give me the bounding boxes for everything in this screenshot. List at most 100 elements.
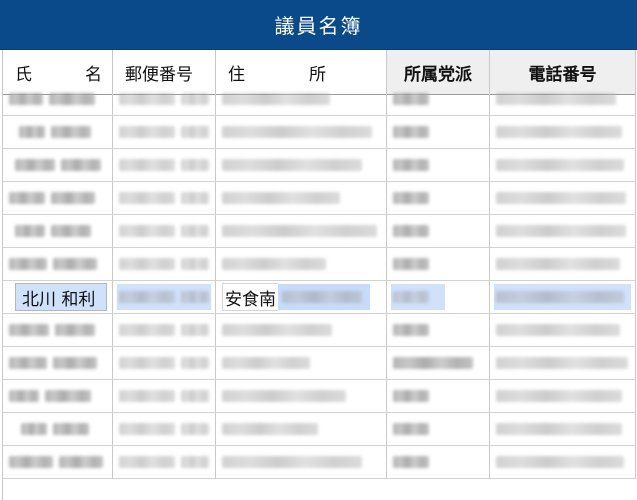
- table-cell-name[interactable]: [3, 347, 113, 380]
- table-cell-phone-selected[interactable]: [490, 281, 636, 314]
- table-cell-address-selected[interactable]: 安食南: [216, 281, 387, 314]
- table-cell-party[interactable]: [387, 83, 490, 116]
- table-cell-postal[interactable]: [113, 83, 216, 116]
- table-cell-phone[interactable]: [490, 347, 636, 380]
- table-cell-name[interactable]: [3, 149, 113, 182]
- redacted-text: [393, 456, 429, 468]
- table-cell-party[interactable]: [387, 149, 490, 182]
- table-cell-phone[interactable]: [490, 248, 636, 281]
- redacted-text: [496, 291, 624, 303]
- table-cell-name[interactable]: [3, 413, 113, 446]
- table-cell-address[interactable]: [216, 347, 387, 380]
- redacted-text: [181, 324, 209, 336]
- table-cell-name[interactable]: [3, 314, 113, 347]
- table-cell-postal[interactable]: [113, 413, 216, 446]
- table-cell-postal[interactable]: [113, 182, 216, 215]
- table-cell-postal[interactable]: [113, 314, 216, 347]
- table-cell-party[interactable]: [387, 248, 490, 281]
- table-cell-party[interactable]: [387, 380, 490, 413]
- redacted-text: [181, 258, 209, 270]
- redacted-text: [496, 192, 626, 204]
- name-input[interactable]: 北川 和利: [15, 283, 107, 311]
- table-cell-phone[interactable]: [490, 314, 636, 347]
- table-cell-phone[interactable]: [490, 182, 636, 215]
- table-cell-address[interactable]: [216, 116, 387, 149]
- table-cell-phone[interactable]: [490, 446, 636, 479]
- redacted-text: [393, 225, 429, 237]
- table-cell-postal[interactable]: [113, 347, 216, 380]
- redacted-text: [393, 390, 429, 402]
- table-cell-postal[interactable]: [113, 116, 216, 149]
- table-cell-address[interactable]: [216, 380, 387, 413]
- table-cell-postal[interactable]: [113, 215, 216, 248]
- redacted-text: [496, 258, 620, 270]
- redacted-text: [119, 390, 175, 402]
- table-cell-party[interactable]: [387, 215, 490, 248]
- redacted-text: [181, 423, 209, 435]
- table-cell-address[interactable]: [216, 182, 387, 215]
- redacted-text: [496, 357, 628, 369]
- table-cell-party[interactable]: [387, 314, 490, 347]
- redacted-text: [393, 126, 429, 138]
- table-cell-phone[interactable]: [490, 413, 636, 446]
- table-cell-address[interactable]: [216, 83, 387, 116]
- table-cell-name[interactable]: [3, 446, 113, 479]
- redacted-text: [222, 423, 318, 435]
- table-cell-party[interactable]: [387, 413, 490, 446]
- redacted-text: [222, 357, 310, 369]
- table-cell-postal[interactable]: [113, 248, 216, 281]
- table-cell-phone[interactable]: [490, 215, 636, 248]
- redacted-text: [393, 324, 429, 336]
- table-cell-address[interactable]: [216, 248, 387, 281]
- table-cell-name[interactable]: [3, 83, 113, 116]
- redacted-text: [51, 192, 95, 204]
- redacted-text: [496, 324, 620, 336]
- redacted-text: [53, 357, 97, 369]
- redacted-text: [15, 225, 45, 237]
- table-cell-name[interactable]: [3, 116, 113, 149]
- table-cell-phone[interactable]: [490, 116, 636, 149]
- table-cell-address[interactable]: [216, 314, 387, 347]
- redacted-text: [222, 93, 330, 105]
- table-cell-party[interactable]: [387, 116, 490, 149]
- redacted-text: [51, 126, 91, 138]
- table-cell-name-selected[interactable]: 北川 和利: [3, 281, 113, 314]
- table-cell-phone[interactable]: [490, 83, 636, 116]
- redacted-text: [119, 258, 175, 270]
- redacted-text: [393, 258, 429, 270]
- redacted-text: [9, 258, 47, 270]
- redacted-text: [393, 291, 429, 303]
- table-cell-postal[interactable]: [113, 149, 216, 182]
- redacted-text: [119, 291, 175, 303]
- redacted-text: [222, 126, 372, 138]
- table-cell-party[interactable]: [387, 446, 490, 479]
- table-cell-phone[interactable]: [490, 380, 636, 413]
- table-cell-party[interactable]: [387, 347, 490, 380]
- table-cell-party-selected[interactable]: [387, 281, 490, 314]
- redacted-text: [222, 324, 332, 336]
- table-cell-postal[interactable]: [113, 446, 216, 479]
- table-cell-address[interactable]: [216, 149, 387, 182]
- address-input[interactable]: 安食南: [222, 283, 370, 311]
- table-cell-address[interactable]: [216, 215, 387, 248]
- table-cell-party[interactable]: [387, 182, 490, 215]
- table-cell-phone[interactable]: [490, 149, 636, 182]
- table-cell-name[interactable]: [3, 248, 113, 281]
- redacted-text: [222, 390, 346, 402]
- redacted-text: [59, 456, 103, 468]
- redacted-text: [55, 324, 95, 336]
- page-title: 議員名簿: [274, 14, 363, 38]
- redacted-text: [496, 159, 624, 171]
- redacted-text: [181, 93, 209, 105]
- table-cell-address[interactable]: [216, 446, 387, 479]
- table-cell-name[interactable]: [3, 380, 113, 413]
- table-cell-name[interactable]: [3, 182, 113, 215]
- table-cell-name[interactable]: [3, 215, 113, 248]
- table-cell-postal[interactable]: [113, 380, 216, 413]
- table-cell-postal-selected[interactable]: [113, 281, 216, 314]
- redacted-text: [393, 192, 429, 204]
- redacted-text: [496, 126, 622, 138]
- redacted-text: [9, 390, 39, 402]
- table-cell-address[interactable]: [216, 413, 387, 446]
- redacted-text: [222, 456, 362, 468]
